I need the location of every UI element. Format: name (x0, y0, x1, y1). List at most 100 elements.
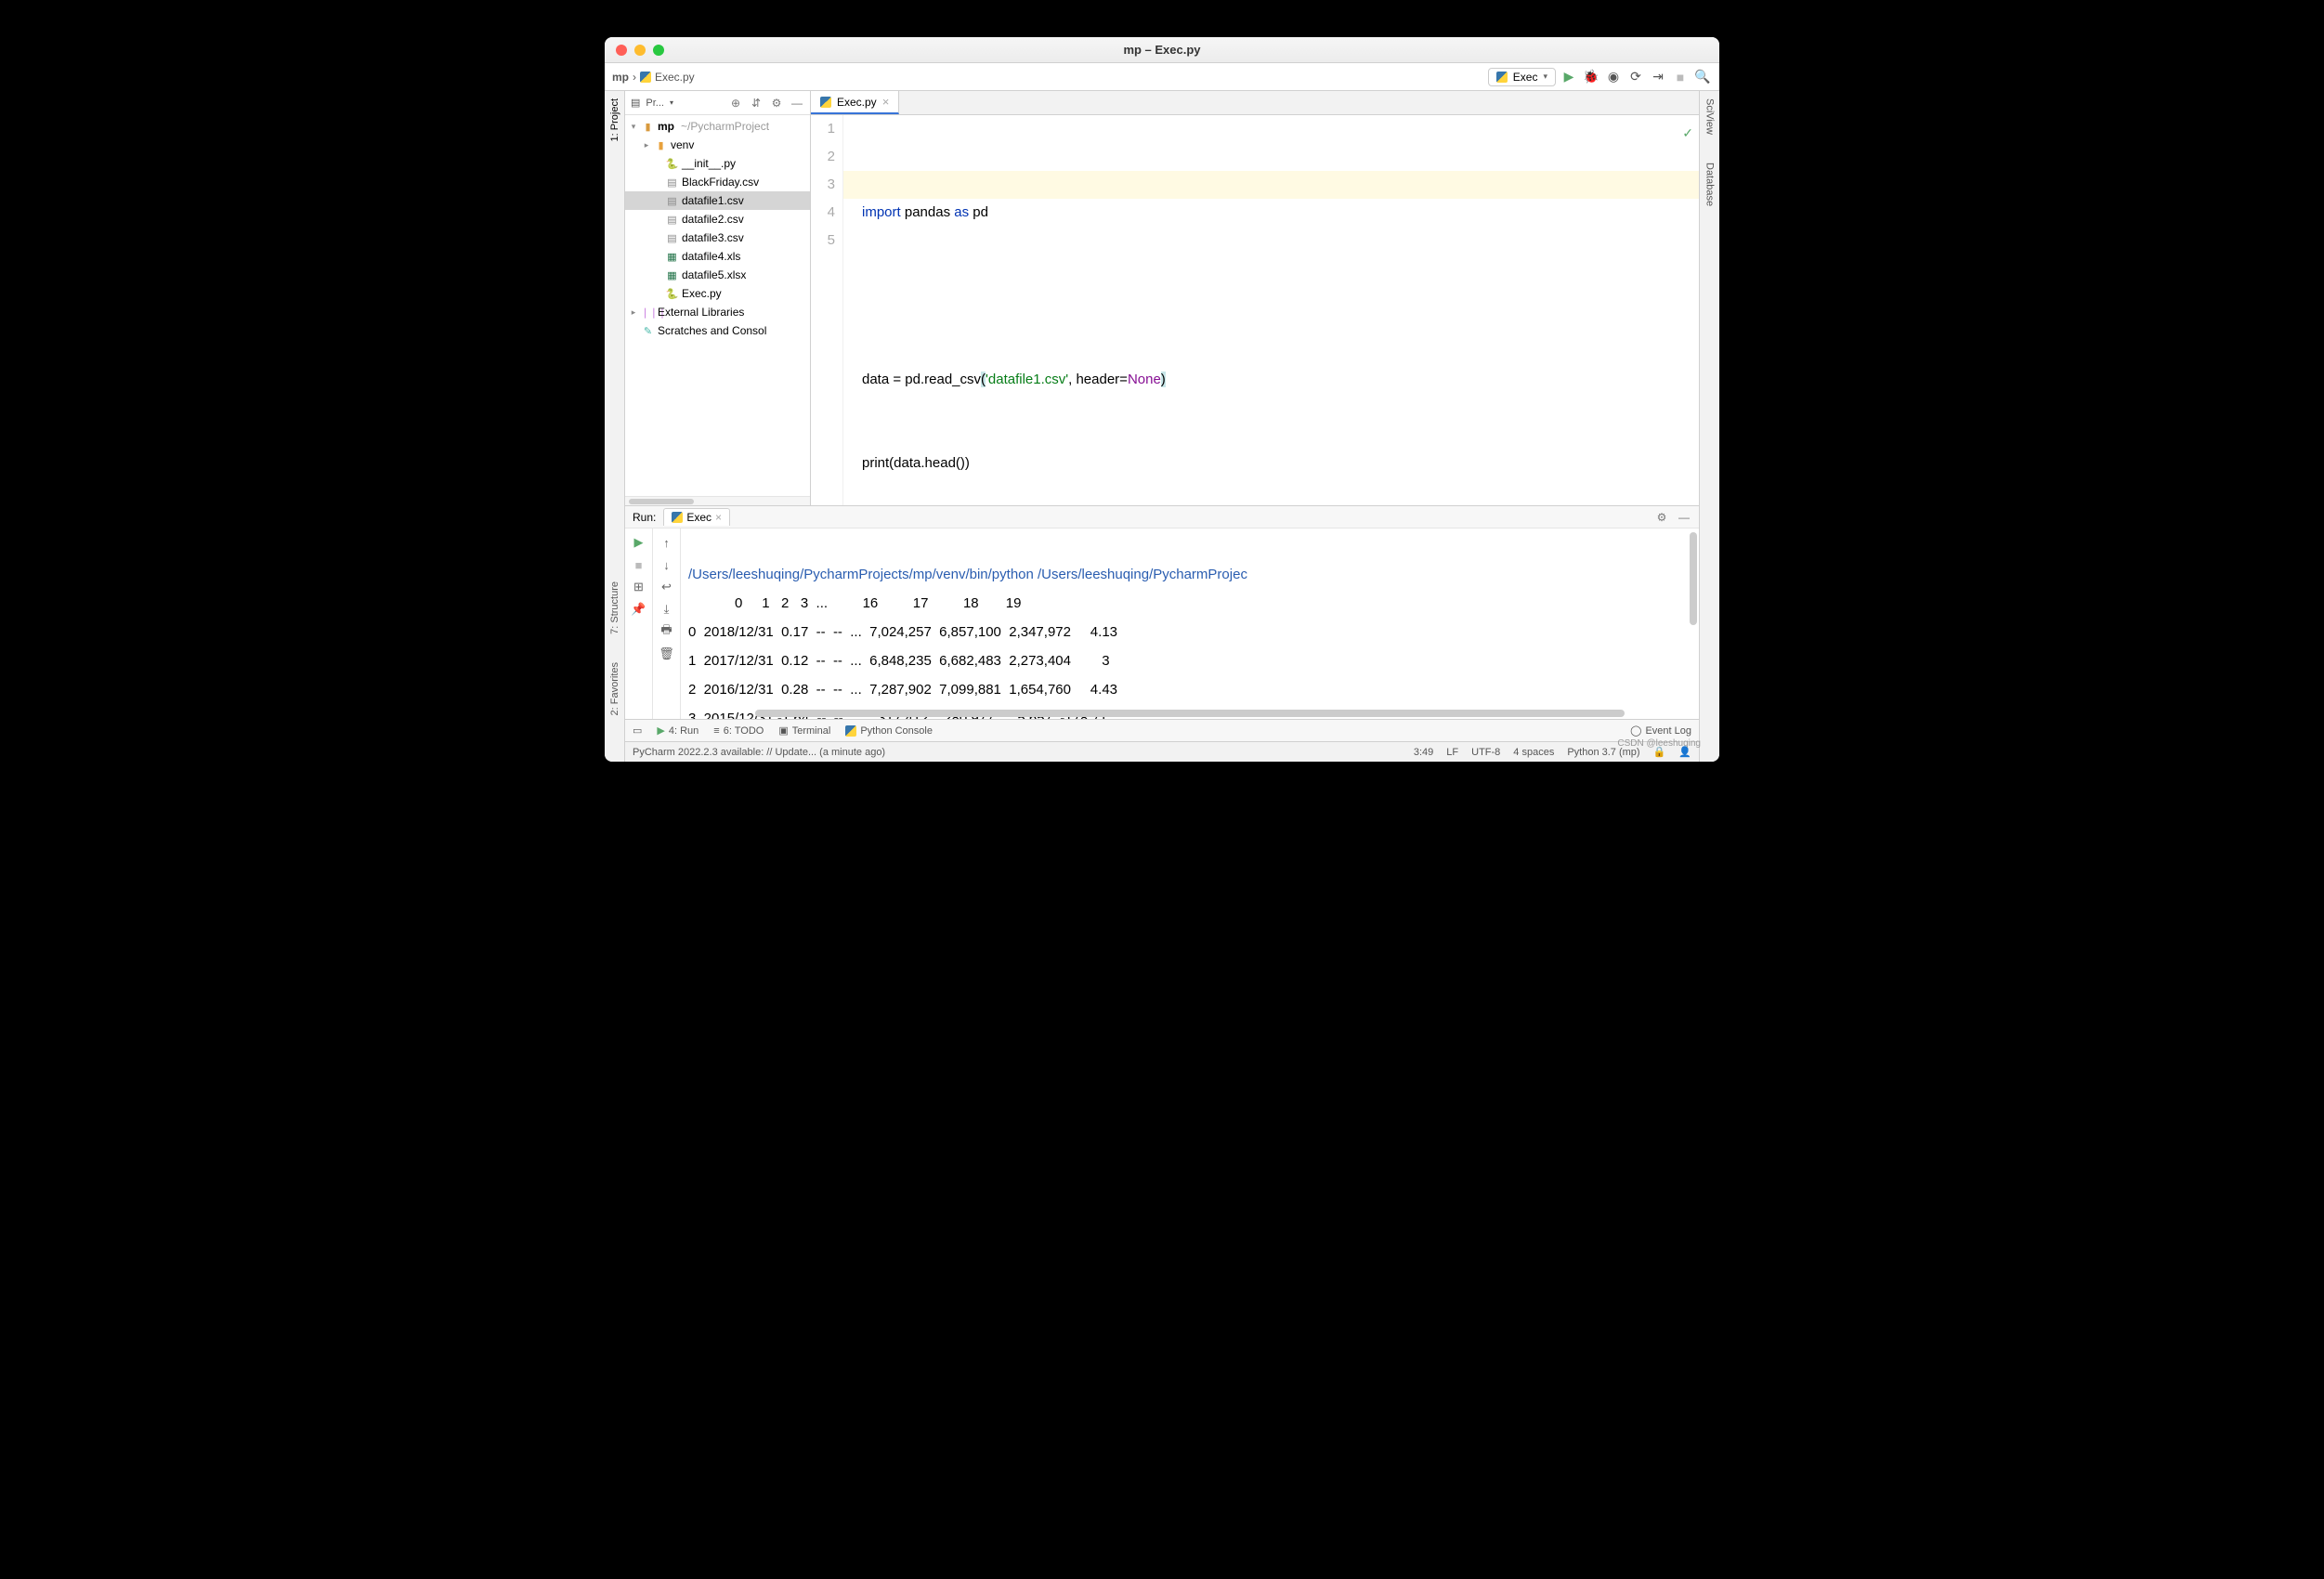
tree-item-init[interactable]: 🐍 __init__.py (625, 154, 810, 173)
run-toolbar-left: ▶ ■ ⊞ 📌 (625, 529, 653, 719)
soft-wrap-button[interactable]: ↩ (659, 579, 675, 595)
search-everywhere-button[interactable]: 🔍 (1693, 68, 1712, 86)
debug-button[interactable]: 🐞 (1582, 68, 1600, 86)
console-command: /Users/leeshuqing/PycharmProjects/mp/ven… (688, 567, 1247, 582)
tree-item-exec[interactable]: 🐍 Exec.py (625, 284, 810, 303)
rerun-button[interactable]: ▶ (631, 534, 647, 551)
console-row: 2 2016/12/31 0.28 -- -- ... 7,287,902 7,… (688, 682, 1117, 698)
console-v-scrollbar[interactable] (1690, 532, 1697, 625)
tree-item-datafile3[interactable]: ▤ datafile3.csv (625, 228, 810, 247)
run-tool-tab[interactable]: ▶4: Run (657, 724, 699, 737)
tree-root-name: mp (658, 120, 674, 133)
sidebar-scrollbar[interactable] (625, 496, 810, 505)
chevron-right-icon[interactable]: ▸ (642, 140, 651, 150)
code-content[interactable]: import pandas as pd data = pd.read_csv('… (843, 115, 1699, 505)
chevron-down-icon[interactable]: ▾ (629, 122, 638, 132)
database-tool-tab[interactable]: Database (1704, 163, 1716, 206)
close-icon[interactable]: × (715, 511, 722, 524)
hide-icon[interactable]: — (1677, 510, 1691, 525)
folder-icon: ▮ (654, 139, 668, 151)
console-output[interactable]: /Users/leeshuqing/PycharmProjects/mp/ven… (681, 529, 1699, 719)
clear-button[interactable]: 🗑 (659, 646, 675, 662)
structure-tool-tab[interactable]: 7: Structure (609, 581, 620, 634)
down-button[interactable]: ↓ (659, 556, 675, 573)
python-icon (845, 725, 856, 737)
project-tool-tab[interactable]: 1: Project (609, 98, 620, 141)
project-view-icon: ▤ (631, 97, 640, 109)
close-tab-icon[interactable]: × (882, 95, 890, 109)
coverage-button[interactable]: ◉ (1604, 68, 1623, 86)
python-file-icon: 🐍 (665, 158, 679, 170)
center-panel: ▤ Pr... ▾ ⊕ ⇵ ⚙ — ▾ ▮ mp (625, 91, 1699, 762)
hide-icon[interactable]: — (790, 96, 804, 111)
chevron-right-icon[interactable]: ▸ (629, 307, 638, 318)
xls-file-icon: ▦ (665, 251, 679, 263)
editor-tabs: Exec.py × (811, 91, 1699, 115)
breadcrumb-project[interactable]: mp (612, 71, 629, 84)
tree-item-datafile2[interactable]: ▤ datafile2.csv (625, 210, 810, 228)
console-row: 1 2017/12/31 0.12 -- -- ... 6,848,235 6,… (688, 653, 1110, 669)
window-title: mp – Exec.py (605, 43, 1719, 57)
run-config-selector[interactable]: Exec (1488, 68, 1556, 86)
tree-item-datafile5[interactable]: ▦ datafile5.xlsx (625, 266, 810, 284)
tool-window-icon[interactable]: ▭ (633, 724, 642, 737)
status-bar: PyCharm 2022.2.3 available: // Update...… (625, 741, 1699, 762)
tree-root[interactable]: ▾ ▮ mp ~/PycharmProject (625, 117, 810, 136)
select-opened-icon[interactable]: ⊕ (728, 96, 743, 111)
sidebar-title[interactable]: Pr... (646, 98, 664, 109)
favorites-tool-tab[interactable]: 2: Favorites (609, 662, 620, 715)
code-editor[interactable]: 1 2 3 4 5 import pandas as pd data = pd.… (811, 115, 1699, 505)
attach-button[interactable]: ⇥ (1649, 68, 1667, 86)
todo-tool-tab[interactable]: ≡6: TODO (713, 725, 764, 737)
status-indent[interactable]: 4 spaces (1513, 747, 1554, 758)
terminal-tool-tab[interactable]: ▣Terminal (778, 724, 830, 737)
pin-button[interactable]: 📌 (631, 601, 647, 618)
sciview-tool-tab[interactable]: SciView (1704, 98, 1716, 135)
navbar: mp › Exec.py Exec ▶ 🐞 ◉ ⟳ ⇥ ■ 🔍 (605, 63, 1719, 91)
stop-button[interactable]: ■ (1671, 68, 1690, 86)
tree-item-datafile1[interactable]: ▤ datafile1.csv (625, 191, 810, 210)
python-console-tool-tab[interactable]: Python Console (845, 725, 933, 737)
tree-item-datafile4[interactable]: ▦ datafile4.xls (625, 247, 810, 266)
gear-icon[interactable]: ⚙ (769, 96, 784, 111)
status-line-ending[interactable]: LF (1446, 747, 1458, 758)
run-body: ▶ ■ ⊞ 📌 ↑ ↓ ↩ ⤓ 🖶 🗑 /Users/leeshuqing/Py… (625, 529, 1699, 719)
chevron-down-icon: ▾ (670, 98, 673, 107)
upper-split: ▤ Pr... ▾ ⊕ ⇵ ⚙ — ▾ ▮ mp (625, 91, 1699, 505)
print-button[interactable]: 🖶 (659, 623, 675, 640)
event-log-tool-tab[interactable]: ◯Event Log (1630, 724, 1691, 737)
breadcrumb-file[interactable]: Exec.py (655, 71, 695, 84)
libraries-icon: ❘❘❘ (641, 307, 655, 319)
gear-icon[interactable]: ⚙ (1654, 510, 1669, 525)
csv-file-icon: ▤ (665, 214, 679, 226)
breadcrumb[interactable]: mp › Exec.py (612, 71, 695, 84)
folder-icon: ▮ (641, 121, 655, 133)
up-button[interactable]: ↑ (659, 534, 675, 551)
expand-all-icon[interactable]: ⇵ (749, 96, 764, 111)
run-label: Run: (633, 511, 656, 524)
tab-exec[interactable]: Exec.py × (811, 91, 899, 114)
status-update[interactable]: PyCharm 2022.2.3 available: // Update...… (633, 747, 885, 758)
stop-button[interactable]: ■ (631, 556, 647, 573)
layout-button[interactable]: ⊞ (631, 579, 647, 595)
tree-item-venv[interactable]: ▸ ▮ venv (625, 136, 810, 154)
tree-external-libs[interactable]: ▸ ❘❘❘ External Libraries (625, 303, 810, 321)
editor-panel: Exec.py × 1 2 3 4 5 (811, 91, 1699, 505)
xls-file-icon: ▦ (665, 269, 679, 281)
tab-label: Exec.py (837, 96, 877, 109)
status-position[interactable]: 3:49 (1414, 747, 1433, 758)
csv-file-icon: ▤ (665, 195, 679, 207)
tree-item-blackfriday[interactable]: ▤ BlackFriday.csv (625, 173, 810, 191)
profile-button[interactable]: ⟳ (1626, 68, 1645, 86)
run-button[interactable]: ▶ (1560, 68, 1578, 86)
scroll-end-button[interactable]: ⤓ (659, 601, 675, 618)
csv-file-icon: ▤ (665, 176, 679, 189)
tree-scratches[interactable]: ✎ Scratches and Consol (625, 321, 810, 340)
check-icon[interactable]: ✓ (1682, 119, 1693, 147)
python-icon (640, 72, 651, 83)
console-h-scrollbar[interactable] (755, 710, 1625, 717)
titlebar: mp – Exec.py (605, 37, 1719, 63)
status-encoding[interactable]: UTF-8 (1471, 747, 1500, 758)
run-tab[interactable]: Exec × (663, 508, 730, 526)
project-tree[interactable]: ▾ ▮ mp ~/PycharmProject ▸ ▮ venv 🐍 (625, 115, 810, 496)
